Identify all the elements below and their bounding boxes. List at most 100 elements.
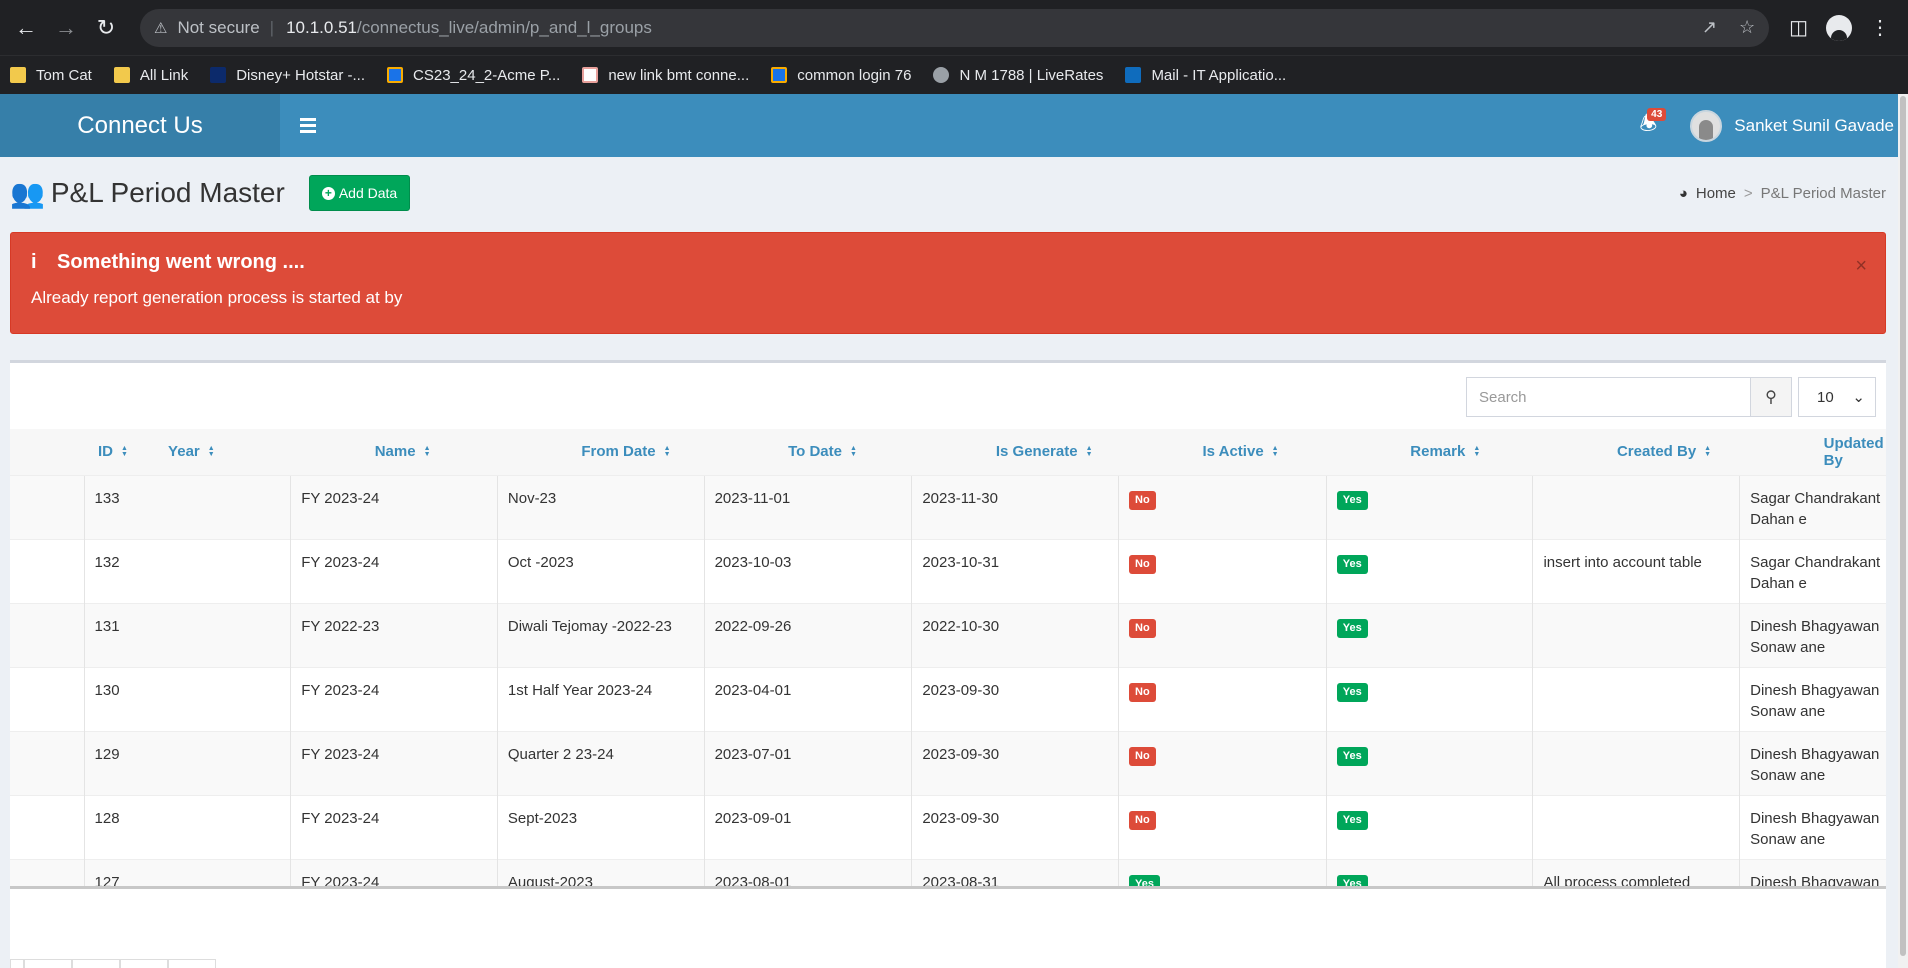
globe-icon	[933, 67, 950, 83]
table-container: ID ▲ ▼ Year ▲ ▼ Name ▲ ▼ From Date ▲ ▼ To Date ▲ ▼…	[10, 429, 1886, 889]
table-row[interactable]: 129 FY 2023-24 Quarter 2 23-24 2023-07-0…	[10, 730, 1886, 795]
url-path: /connectus_live/admin/p_and_l_groups	[356, 17, 652, 37]
pagination[interactable]	[10, 959, 216, 968]
table-toolbar: ⚲ 10 ⌄	[1466, 377, 1876, 417]
pagination-item[interactable]	[72, 959, 120, 968]
cell-id: 127	[83, 858, 291, 886]
column-header-name[interactable]: Name ▲ ▼	[290, 429, 498, 475]
status-badge: Yes	[1336, 874, 1368, 886]
app-header: Connect Us 🕭 43 Sanket Sunil Gavade	[0, 94, 1908, 157]
page-scrollbar[interactable]	[1898, 94, 1908, 968]
data-box: ⚲ 10 ⌄ ID▲▼ Year▲▼ Name▲▼ From Date▲▼ To…	[10, 360, 1886, 968]
share-icon[interactable]: ↗	[1702, 17, 1717, 38]
info-icon: i	[31, 251, 37, 273]
status-badge: Yes	[1336, 682, 1368, 702]
table-row[interactable]: 128 FY 2023-24 Sept-2023 2023-09-01 2023…	[10, 794, 1886, 859]
sort-icon: ▲ ▼	[663, 444, 671, 458]
cell-to-date: 2022-10-30	[911, 602, 1119, 667]
table-row[interactable]: 132 FY 2023-24 Oct -2023 2023-10-03 2023…	[10, 538, 1886, 603]
bookmark-acme[interactable]: CS23_24_2-Acme P...	[387, 67, 560, 84]
table-row[interactable]: 131 FY 2022-23 Diwali Tejomay -2022-23 2…	[10, 602, 1886, 667]
column-header-is-active[interactable]: Is Active ▲ ▼	[1118, 429, 1327, 475]
search-input[interactable]	[1466, 377, 1750, 417]
folder-icon	[113, 67, 130, 83]
row-checkbox-cell	[10, 602, 85, 667]
search-button[interactable]: ⚲	[1750, 377, 1792, 417]
menu-kebab-icon[interactable]: ⋮	[1870, 15, 1890, 40]
bookmark-mail[interactable]: Mail - IT Applicatio...	[1125, 67, 1286, 84]
cell-created-by: Dinesh Bhagyawan Sonaw ane	[1739, 794, 1886, 859]
cell-id: 129	[83, 730, 291, 795]
bookmarks-bar: Tom Cat All Link Disney+ Hotstar -... CS…	[0, 55, 1908, 94]
cell-remark	[1532, 730, 1740, 795]
profile-icon[interactable]	[1826, 14, 1852, 41]
address-bar[interactable]: ⚠ Not secure | 10.1.0.51 /connectus_live…	[140, 8, 1770, 47]
bookmark-common-login[interactable]: common login 76	[771, 67, 911, 84]
bookmark-liverates[interactable]: N M 1788 | LiveRates	[933, 67, 1103, 84]
column-header-remark[interactable]: Remark ▲ ▼	[1326, 429, 1533, 475]
notifications-button[interactable]: 🕭 43	[1628, 106, 1668, 146]
breadcrumb-separator: >	[1743, 184, 1753, 202]
status-badge: No	[1129, 746, 1156, 766]
breadcrumb-home[interactable]: Home	[1696, 185, 1736, 202]
cell-id: 128	[83, 794, 291, 859]
disney-icon	[210, 67, 227, 83]
table-header-row: ID ▲ ▼ Year ▲ ▼ Name ▲ ▼ From Date ▲ ▼ To Date ▲ ▼…	[10, 429, 1886, 475]
table-row[interactable]: 133 FY 2023-24 Nov-23 2023-11-01 2023-11…	[10, 474, 1886, 539]
cell-created-by: Dinesh Bhagyawan Sonaw ane	[1739, 730, 1886, 795]
column-header-created-by[interactable]: Created By ▲ ▼	[1532, 429, 1740, 475]
pagination-item[interactable]	[120, 959, 168, 968]
pagination-item[interactable]	[10, 959, 24, 968]
folder-icon	[10, 67, 26, 83]
bmt-icon	[582, 67, 599, 83]
cell-id: 130	[83, 666, 291, 731]
close-icon[interactable]: ×	[1855, 255, 1867, 278]
back-button[interactable]: ←	[8, 10, 44, 46]
bookmark-all-link[interactable]: All Link	[113, 67, 188, 84]
pagination-item[interactable]	[24, 959, 72, 968]
users-icon: 👥	[10, 177, 45, 209]
add-data-button[interactable]: + Add Data	[308, 175, 411, 211]
cell-name: Sept-2023	[496, 794, 705, 859]
pagination-item[interactable]	[168, 959, 216, 968]
cell-is-generate: No	[1118, 794, 1327, 859]
sort-icon: ▲ ▼	[423, 444, 431, 458]
cell-name: Nov-23	[496, 474, 705, 539]
row-checkbox-cell	[10, 538, 85, 603]
column-header-to-date[interactable]: To Date ▲ ▼	[704, 429, 912, 475]
cell-is-generate: No	[1118, 730, 1327, 795]
column-header-id[interactable]: ID ▲ ▼	[10, 429, 128, 475]
bookmark-disney-hotstar[interactable]: Disney+ Hotstar -...	[210, 67, 365, 84]
chevron-down-icon: ⌄	[1852, 389, 1865, 406]
cell-year: FY 2023-24	[290, 474, 498, 539]
bookmark-bmt[interactable]: new link bmt conne...	[582, 67, 749, 84]
column-header-is-generate[interactable]: Is Generate ▲ ▼	[911, 429, 1119, 475]
cell-is-active: Yes	[1325, 794, 1533, 859]
bookmark-tom-cat[interactable]: Tom Cat	[10, 67, 92, 84]
status-badge: No	[1129, 490, 1156, 510]
cell-from-date: 2023-04-01	[703, 666, 912, 731]
forward-button[interactable]: →	[48, 10, 84, 46]
row-checkbox-cell	[10, 474, 85, 539]
hamburger-icon[interactable]	[280, 94, 336, 157]
table-row[interactable]: 130 FY 2023-24 1st Half Year 2023-24 202…	[10, 666, 1886, 731]
reload-button[interactable]: ↻	[88, 10, 124, 46]
row-checkbox-cell	[10, 858, 85, 886]
sort-icon: ▲ ▼	[1085, 444, 1093, 458]
user-name[interactable]: Sanket Sunil Gavade	[1734, 116, 1894, 136]
cell-to-date: 2023-09-30	[911, 794, 1119, 859]
side-panel-icon[interactable]: ◫	[1789, 15, 1808, 40]
warning-icon: ⚠	[154, 19, 168, 37]
column-header-from-date[interactable]: From Date ▲ ▼	[497, 429, 705, 475]
table-row[interactable]: 127 FY 2023-24 August-2023 2023-08-01 20…	[10, 858, 1886, 886]
app-logo[interactable]: Connect Us	[0, 94, 280, 157]
cell-from-date: 2022-09-26	[703, 602, 912, 667]
star-icon[interactable]: ☆	[1739, 17, 1755, 38]
search-icon: ⚲	[1765, 389, 1777, 406]
cell-is-active: Yes	[1325, 858, 1533, 886]
avatar[interactable]	[1690, 109, 1723, 142]
column-header-updated-by[interactable]: Updated By▲▼	[1739, 429, 1886, 475]
status-badge: Yes	[1129, 874, 1160, 886]
page-size-select[interactable]: 10 ⌄	[1798, 377, 1876, 417]
cell-year: FY 2022-23	[290, 602, 498, 667]
